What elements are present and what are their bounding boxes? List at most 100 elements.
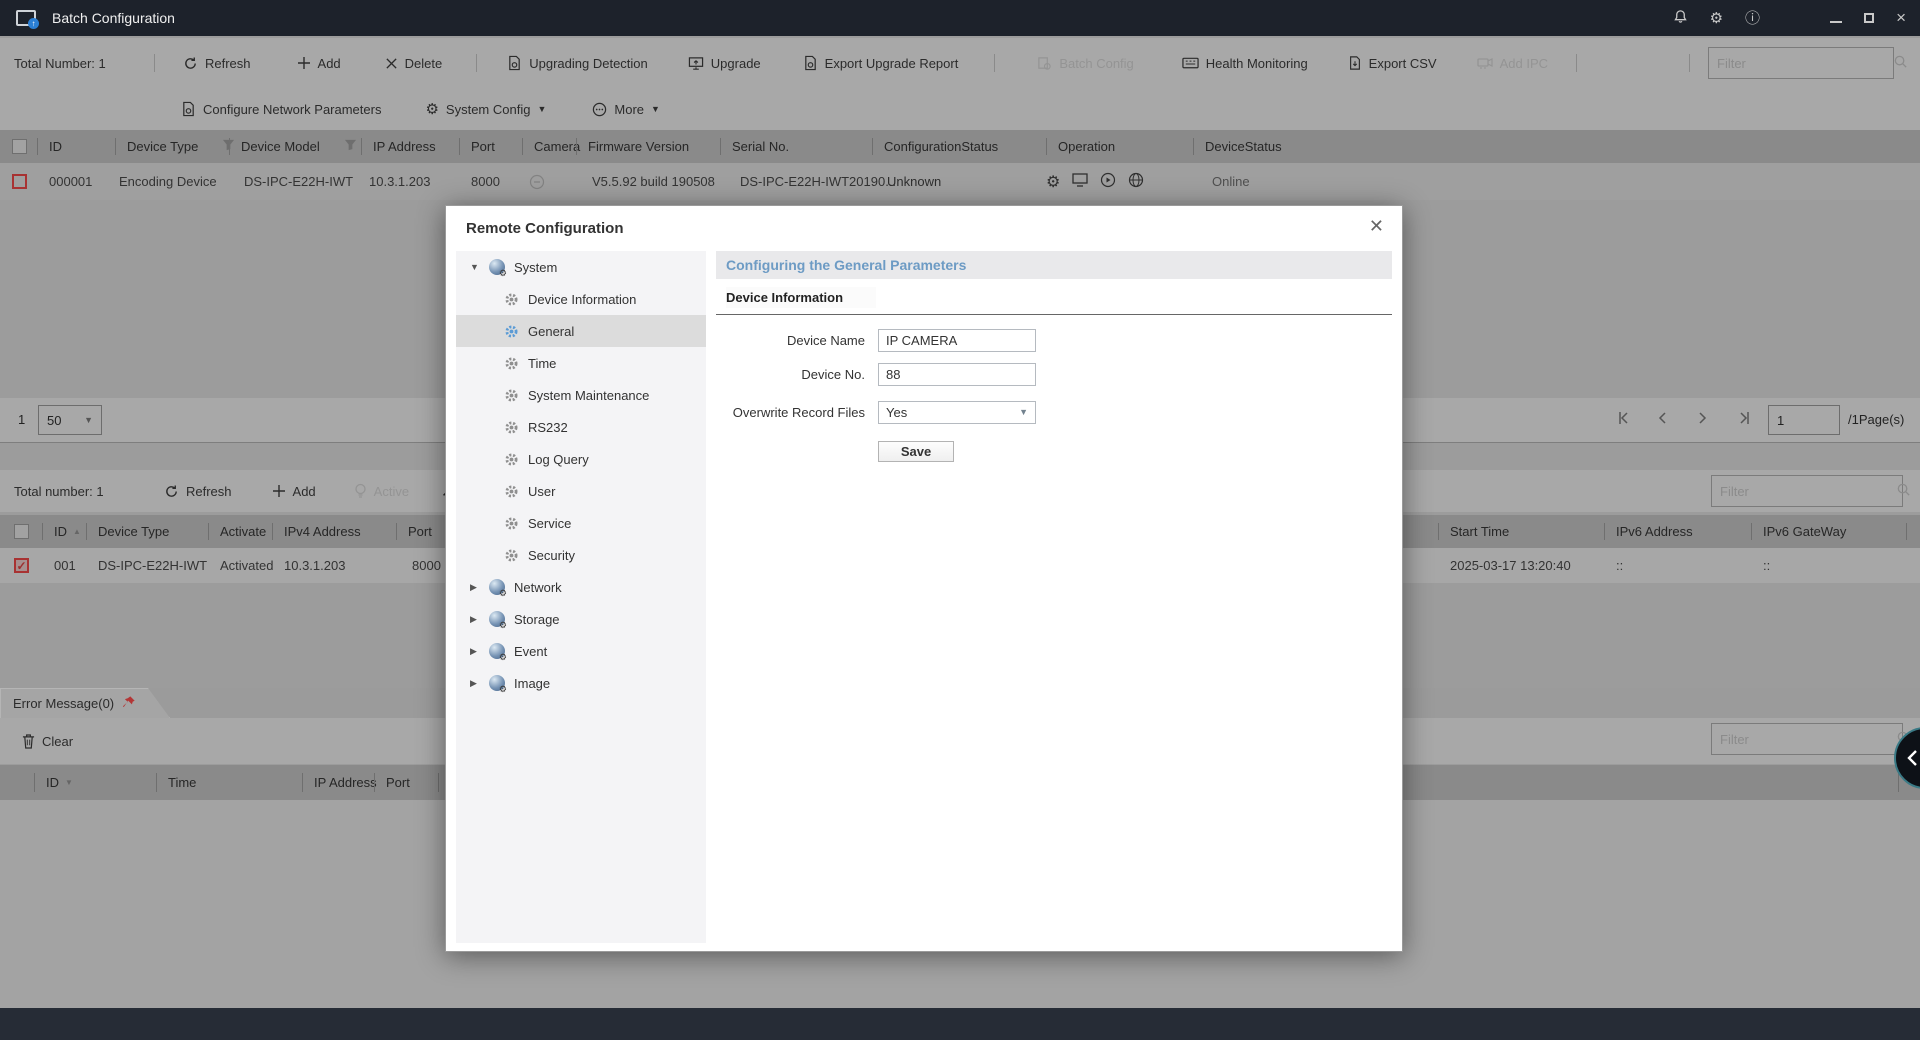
device-filter-input[interactable] bbox=[1717, 56, 1893, 71]
web-browse-icon[interactable] bbox=[1128, 172, 1144, 191]
col-firmware[interactable]: Firmware Version bbox=[588, 130, 689, 163]
last-page-button[interactable] bbox=[1736, 410, 1754, 429]
device-name-input[interactable] bbox=[886, 333, 1028, 348]
online-filter-input[interactable] bbox=[1720, 484, 1896, 499]
tree-item-rs232[interactable]: RS232 bbox=[456, 411, 706, 443]
dialog-close-icon[interactable]: ✕ bbox=[1369, 216, 1384, 237]
col2-ipv6[interactable]: IPv6 Address bbox=[1616, 515, 1693, 548]
row-checkbox-checked[interactable]: ✓ bbox=[14, 558, 29, 573]
tree-item-event[interactable]: ▶ Event bbox=[456, 635, 706, 667]
col-operation[interactable]: Operation bbox=[1058, 130, 1115, 163]
category-globe-gear-icon bbox=[489, 675, 505, 691]
chevron-down-icon: ▼ bbox=[1019, 407, 1028, 417]
health-monitoring-button[interactable]: Health Monitoring bbox=[1182, 56, 1308, 71]
overwrite-select[interactable]: Yes ▼ bbox=[878, 401, 1036, 424]
system-config-button[interactable]: ⚙ System Config ▼ bbox=[425, 102, 546, 117]
error-filter-input[interactable] bbox=[1720, 732, 1896, 747]
add-button[interactable]: Add bbox=[297, 56, 341, 71]
add-button-2[interactable]: Add bbox=[272, 484, 316, 499]
row-checkbox[interactable] bbox=[12, 174, 27, 189]
col-id[interactable]: ID bbox=[49, 130, 62, 163]
error-filter bbox=[1711, 723, 1903, 755]
col2-gateway[interactable]: IPv6 GateWay bbox=[1763, 515, 1846, 548]
configure-network-parameters-button[interactable]: Configure Network Parameters bbox=[181, 101, 381, 117]
qr-code-icon[interactable] bbox=[1072, 173, 1088, 190]
col3-ip[interactable]: IP Address bbox=[314, 765, 377, 800]
pin-icon[interactable] bbox=[122, 695, 136, 712]
page-number-input[interactable]: 1 bbox=[1768, 405, 1840, 435]
tree-item-time[interactable]: Time bbox=[456, 347, 706, 379]
upgrading-detection-button[interactable]: Upgrading Detection bbox=[507, 55, 648, 71]
tree-item-security[interactable]: Security bbox=[456, 539, 706, 571]
settings-gear-icon[interactable]: ⚙ bbox=[1710, 11, 1723, 26]
col2-device-type[interactable]: Device Type bbox=[98, 515, 169, 548]
col3-id[interactable]: ID▼ bbox=[46, 765, 73, 800]
col2-start-time[interactable]: Start Time bbox=[1450, 515, 1509, 548]
section-title: Device Information bbox=[726, 287, 876, 308]
export-csv-button[interactable]: Export CSV bbox=[1348, 55, 1437, 71]
more-button[interactable]: More ▼ bbox=[592, 102, 660, 117]
tree-item-network[interactable]: ▶ Network bbox=[456, 571, 706, 603]
expand-arrow-icon[interactable]: ▶ bbox=[470, 678, 480, 689]
batch-config-button[interactable]: Batch Config bbox=[1037, 56, 1133, 71]
col-ip-address[interactable]: IP Address bbox=[373, 130, 436, 163]
active-button[interactable]: Active bbox=[354, 483, 409, 499]
config-tree: ▼ System Device Information General Time… bbox=[456, 251, 706, 943]
prev-page-button[interactable] bbox=[1655, 410, 1669, 429]
tree-item-image[interactable]: ▶ Image bbox=[456, 667, 706, 699]
col3-time[interactable]: Time bbox=[168, 765, 196, 800]
device-name-label: Device Name bbox=[787, 333, 865, 348]
col2-id[interactable]: ID▲ bbox=[54, 515, 81, 548]
col-camera[interactable]: Camera bbox=[534, 130, 580, 163]
expand-arrow-icon[interactable]: ▶ bbox=[470, 646, 480, 657]
tab-error-message[interactable]: Error Message(0) bbox=[0, 688, 170, 718]
delete-button[interactable]: Delete bbox=[385, 56, 443, 71]
col-device-type[interactable]: Device Type bbox=[127, 130, 235, 163]
tree-item-storage[interactable]: ▶ Storage bbox=[456, 603, 706, 635]
col-device-model[interactable]: Device Model bbox=[241, 130, 357, 163]
notification-bell-icon[interactable] bbox=[1673, 9, 1688, 27]
device-no-input[interactable] bbox=[886, 367, 1028, 382]
col3-port[interactable]: Port bbox=[386, 765, 410, 800]
tree-item-user[interactable]: User bbox=[456, 475, 706, 507]
tree-item-log-query[interactable]: Log Query bbox=[456, 443, 706, 475]
col-device-status[interactable]: DeviceStatus bbox=[1205, 130, 1282, 163]
refresh-button[interactable]: Refresh bbox=[183, 56, 251, 71]
page-size-select[interactable]: 50▼ bbox=[38, 405, 102, 435]
export-upgrade-report-button[interactable]: Export Upgrade Report bbox=[803, 55, 959, 71]
remote-config-icon[interactable]: ⚙ bbox=[1046, 172, 1060, 192]
live-view-icon[interactable] bbox=[1100, 172, 1116, 191]
content-header: Configuring the General Parameters bbox=[726, 257, 966, 273]
filter-funnel-icon[interactable] bbox=[344, 139, 357, 154]
col-serial[interactable]: Serial No. bbox=[732, 130, 789, 163]
select-all-checkbox-2[interactable] bbox=[14, 524, 29, 539]
tree-item-device-information[interactable]: Device Information bbox=[456, 283, 706, 315]
col-config-status[interactable]: ConfigurationStatus bbox=[884, 130, 998, 163]
expand-arrow-icon[interactable]: ▶ bbox=[470, 582, 480, 593]
col2-activate[interactable]: Activate bbox=[220, 515, 266, 548]
tree-item-general[interactable]: General bbox=[456, 315, 706, 347]
next-page-button[interactable] bbox=[1696, 410, 1710, 429]
expand-arrow-icon[interactable]: ▶ bbox=[470, 614, 480, 625]
tree-item-system[interactable]: ▼ System bbox=[456, 251, 706, 283]
clear-button[interactable]: Clear bbox=[22, 734, 73, 749]
close-button[interactable]: × bbox=[1896, 8, 1906, 28]
select-all-checkbox[interactable] bbox=[12, 139, 27, 154]
content-header-bar: Configuring the General Parameters bbox=[716, 251, 1392, 279]
col-port[interactable]: Port bbox=[471, 130, 495, 163]
minimize-button[interactable] bbox=[1830, 21, 1842, 23]
col2-port[interactable]: Port bbox=[408, 515, 432, 548]
refresh-button-2[interactable]: Refresh bbox=[164, 484, 232, 499]
camera-expand-icon[interactable] bbox=[529, 163, 545, 200]
collapse-arrow-icon[interactable]: ▼ bbox=[470, 262, 480, 272]
upgrade-button[interactable]: Upgrade bbox=[688, 56, 761, 71]
save-button[interactable]: Save bbox=[878, 441, 954, 462]
info-icon[interactable]: ⓘ bbox=[1745, 11, 1760, 26]
col2-ipv4[interactable]: IPv4 Address bbox=[284, 515, 361, 548]
add-ipc-button[interactable]: Add IPC bbox=[1477, 56, 1548, 71]
tree-item-system-maintenance[interactable]: System Maintenance bbox=[456, 379, 706, 411]
maximize-button[interactable] bbox=[1864, 13, 1874, 23]
tree-item-service[interactable]: Service bbox=[456, 507, 706, 539]
first-page-button[interactable] bbox=[1614, 410, 1632, 429]
device-table-row[interactable]: 000001 Encoding Device DS-IPC-E22H-IWT 1… bbox=[0, 163, 1920, 200]
